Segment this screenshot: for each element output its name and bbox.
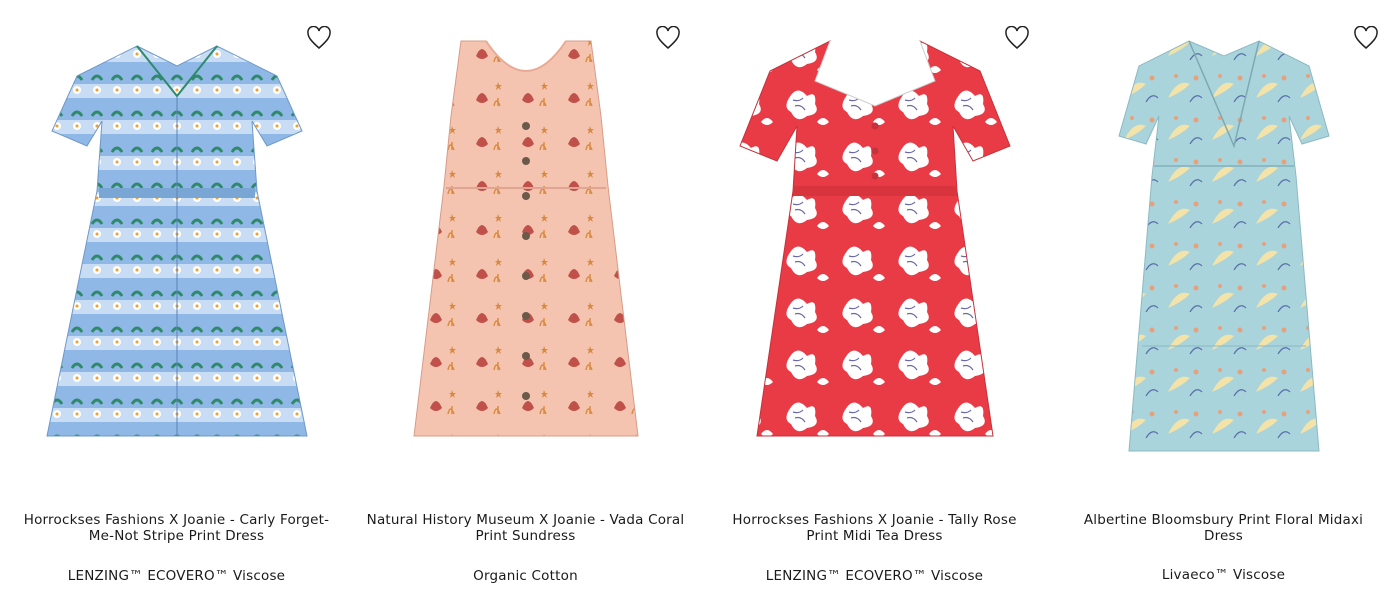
product-title[interactable]: Natural History Museum X Joanie - Vada C…: [366, 512, 686, 544]
product-fabric: LENZING™ ECOVERO™ Viscose: [67, 568, 286, 584]
product-card[interactable]: Horrockses Fashions X Joanie - Carly For…: [2, 0, 351, 590]
wishlist-heart-icon[interactable]: [653, 24, 683, 52]
product-fabric: Livaeco™ Viscose: [1161, 567, 1286, 583]
product-fabric: Organic Cotton: [473, 568, 578, 584]
product-card[interactable]: Natural History Museum X Joanie - Vada C…: [351, 0, 700, 590]
product-image[interactable]: [710, 10, 1040, 482]
wishlist-heart-icon[interactable]: [304, 24, 334, 52]
product-title[interactable]: Albertine Bloomsbury Print Floral Midaxi…: [1064, 512, 1384, 544]
product-fabric: LENZING™ ECOVERO™ Viscose: [765, 568, 984, 584]
product-image[interactable]: [12, 10, 342, 482]
product-card[interactable]: Horrockses Fashions X Joanie - Tally Ros…: [700, 0, 1049, 590]
product-card[interactable]: Albertine Bloomsbury Print Floral Midaxi…: [1049, 0, 1398, 590]
dress-image: [45, 45, 308, 437]
wishlist-heart-icon[interactable]: [1002, 24, 1032, 52]
product-image[interactable]: [1059, 10, 1389, 482]
dress-image: [1117, 40, 1330, 452]
product-image[interactable]: [361, 10, 691, 482]
product-title[interactable]: Horrockses Fashions X Joanie - Tally Ros…: [715, 512, 1035, 544]
dress-image: [412, 40, 639, 437]
dress-image: [738, 40, 1011, 437]
product-title[interactable]: Horrockses Fashions X Joanie - Carly For…: [17, 512, 337, 544]
product-grid: Horrockses Fashions X Joanie - Carly For…: [0, 0, 1400, 590]
wishlist-heart-icon[interactable]: [1351, 24, 1381, 52]
